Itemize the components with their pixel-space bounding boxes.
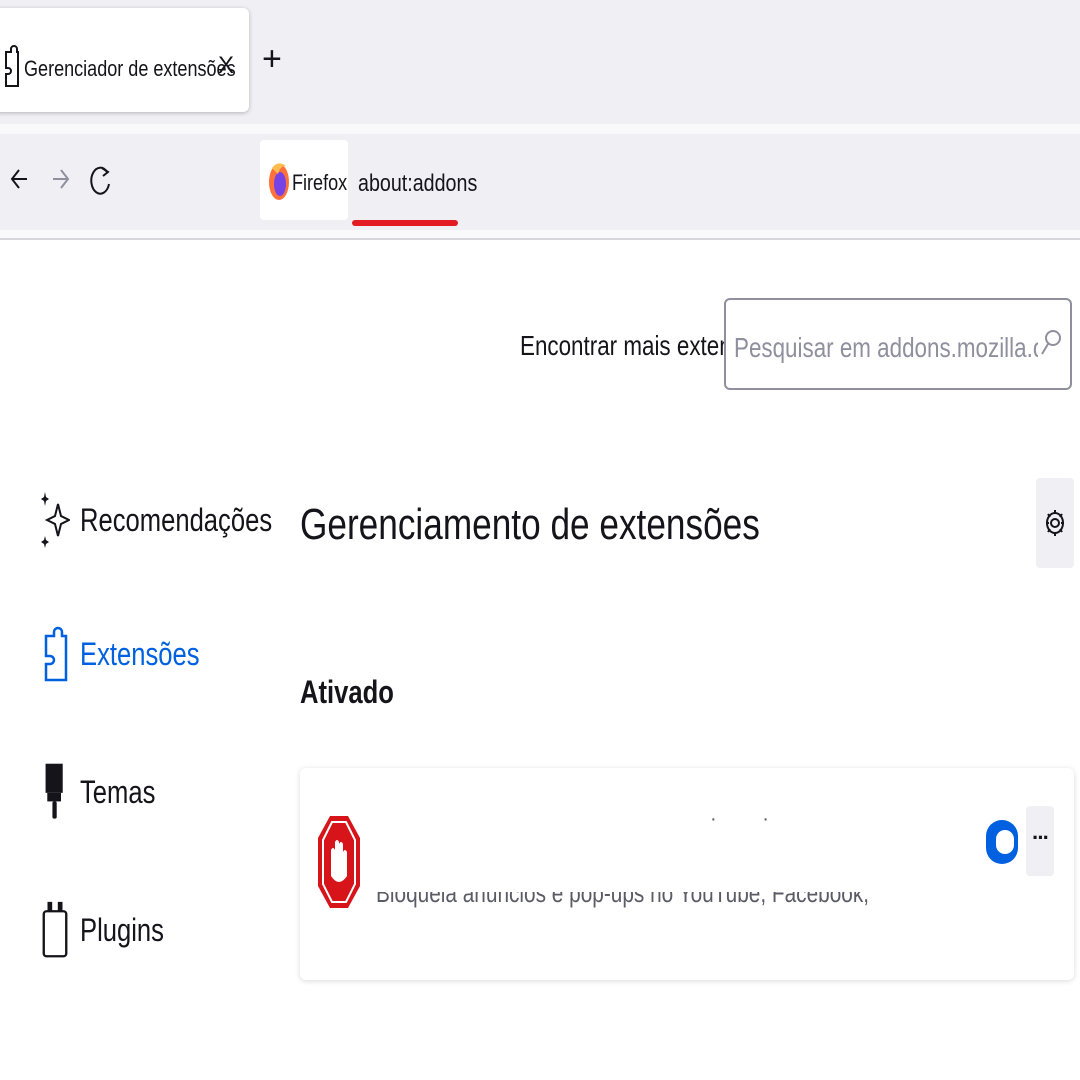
sparkle-icon bbox=[41, 492, 70, 548]
forward-button[interactable] bbox=[46, 162, 76, 202]
sidebar-item-recommendations[interactable]: Recomendações bbox=[40, 484, 280, 554]
tab-title: Gerenciador de extensões bbox=[24, 56, 236, 81]
url-input[interactable]: about:addons bbox=[358, 170, 477, 198]
puzzle-icon bbox=[5, 45, 19, 87]
stop-hand-icon bbox=[318, 816, 360, 908]
addon-description: Bloqueia anúncios e pop-ups no YouTube, … bbox=[376, 892, 872, 920]
tab-close-button[interactable]: X bbox=[218, 52, 234, 80]
sidebar-item-label: Plugins bbox=[80, 912, 164, 948]
arrow-left-icon bbox=[10, 169, 27, 189]
site-identity-button[interactable]: Firefox bbox=[260, 140, 348, 220]
url-bar-background bbox=[0, 134, 1080, 230]
addon-name: · · bbox=[710, 808, 789, 830]
firefox-logo-icon bbox=[269, 163, 289, 200]
paintbrush-icon bbox=[45, 763, 63, 819]
sidebar-item-plugins[interactable]: Plugins bbox=[40, 894, 280, 964]
arrow-right-icon bbox=[53, 169, 70, 189]
addon-enable-toggle[interactable] bbox=[986, 820, 1018, 864]
tab-extension-manager[interactable]: Gerenciador de extensões X bbox=[0, 8, 249, 112]
addons-search-input[interactable] bbox=[734, 328, 1038, 368]
new-tab-button[interactable]: + bbox=[262, 40, 282, 79]
reload-button[interactable] bbox=[86, 162, 116, 202]
sidebar-item-label: Extensões bbox=[80, 636, 200, 672]
search-icon[interactable] bbox=[1040, 326, 1062, 360]
navigation-toolbar: Firefox about:addons bbox=[0, 124, 1080, 240]
sidebar-item-extensions[interactable]: Extensões bbox=[40, 618, 280, 688]
gear-icon bbox=[1046, 510, 1064, 536]
section-heading-enabled: Ativado bbox=[300, 674, 394, 710]
sidebar-item-label: Temas bbox=[80, 774, 156, 810]
sidebar-item-themes[interactable]: Temas bbox=[40, 756, 280, 826]
page-title: Gerenciamento de extensões bbox=[300, 500, 760, 549]
settings-button[interactable] bbox=[1036, 478, 1074, 568]
addon-more-options-button[interactable]: ··· bbox=[1026, 806, 1054, 876]
tab-strip: Gerenciador de extensões X + bbox=[0, 0, 1080, 124]
url-highlight-underline bbox=[352, 220, 458, 226]
addon-card[interactable]: · · Bloqueia anúncios e pop-ups no YouTu… bbox=[300, 768, 1074, 980]
puzzle-icon bbox=[44, 626, 68, 682]
addon-description-text: Bloqueia anúncios e pop-ups no YouTube, … bbox=[376, 892, 872, 908]
sidebar-item-label: Recomendações bbox=[80, 502, 273, 538]
reload-icon bbox=[90, 166, 110, 195]
addons-search-box[interactable] bbox=[724, 298, 1072, 390]
identity-label: Firefox bbox=[292, 170, 348, 195]
plugin-icon bbox=[42, 901, 68, 958]
back-button[interactable] bbox=[4, 162, 34, 202]
toggle-knob bbox=[996, 830, 1014, 854]
